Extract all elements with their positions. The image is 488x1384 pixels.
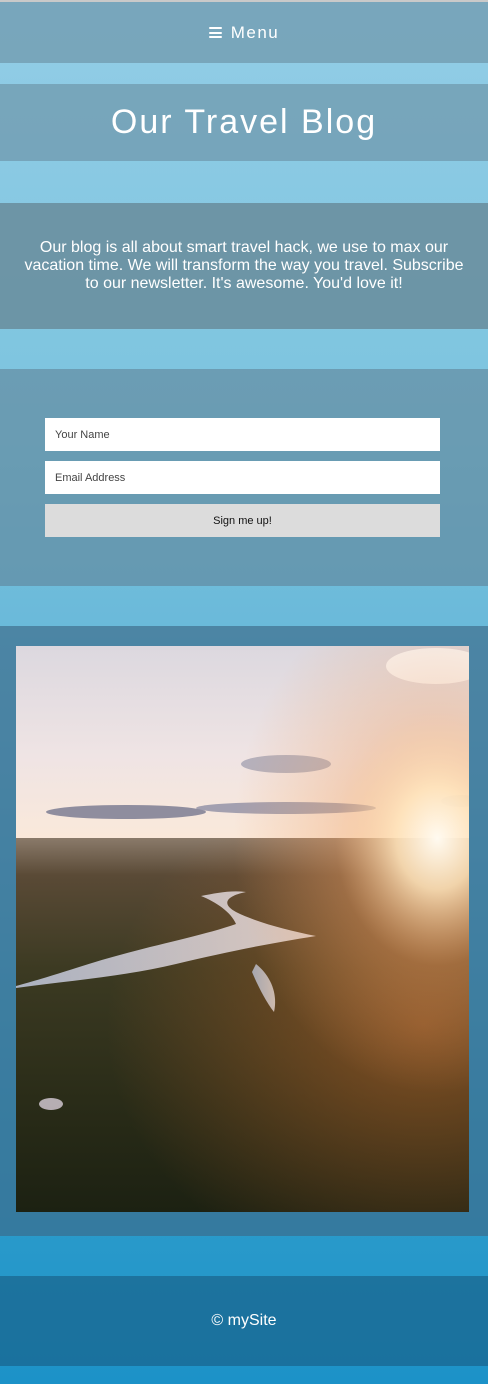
- landscape-photo: [16, 646, 469, 1212]
- photo-section: [0, 626, 488, 1236]
- email-input[interactable]: [45, 461, 440, 494]
- hamburger-icon: [208, 27, 222, 38]
- title-band: Our Travel Blog: [0, 84, 488, 161]
- intro-text: Our blog is all about smart travel hack,…: [24, 239, 464, 292]
- signup-form: Sign me up!: [0, 369, 488, 586]
- menu-toggle[interactable]: Menu: [208, 22, 280, 43]
- name-input[interactable]: [45, 418, 440, 451]
- menu-label: Menu: [230, 22, 280, 42]
- intro-section: Our blog is all about smart travel hack,…: [0, 203, 488, 329]
- page-title: Our Travel Blog: [110, 103, 378, 141]
- copyright-text: © mySite: [211, 1312, 277, 1329]
- footer: © mySite: [0, 1276, 488, 1366]
- signup-button[interactable]: Sign me up!: [45, 504, 440, 537]
- nav-bar: Menu: [0, 2, 488, 63]
